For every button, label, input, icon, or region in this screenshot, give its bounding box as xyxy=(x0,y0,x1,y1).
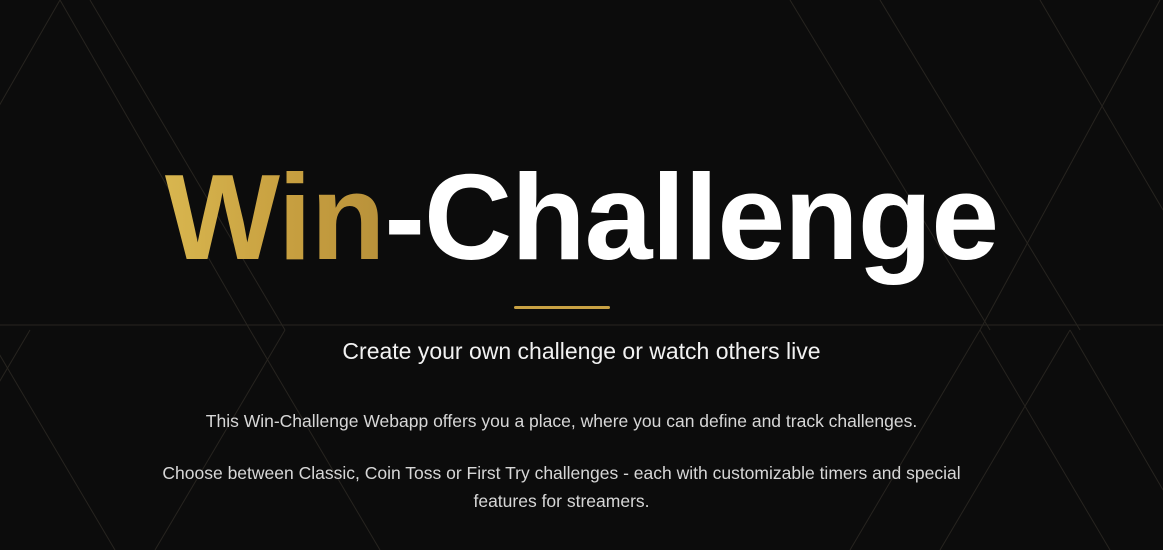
hero-section: Win-Challenge Create your own challenge … xyxy=(0,0,1163,550)
page-title: Win-Challenge xyxy=(20,152,1143,282)
hero-subtitle: Create your own challenge or watch other… xyxy=(342,338,821,364)
hero-description-2: Choose between Classic, Coin Toss or Fir… xyxy=(162,463,961,511)
title-rest-text: -Challenge xyxy=(384,149,999,285)
hero-content: Win-Challenge Create your own challenge … xyxy=(0,0,1163,550)
title-accent-text: Win xyxy=(164,149,385,285)
hero-description-1: This Win-Challenge Webapp offers you a p… xyxy=(205,411,918,431)
title-divider xyxy=(514,306,610,309)
